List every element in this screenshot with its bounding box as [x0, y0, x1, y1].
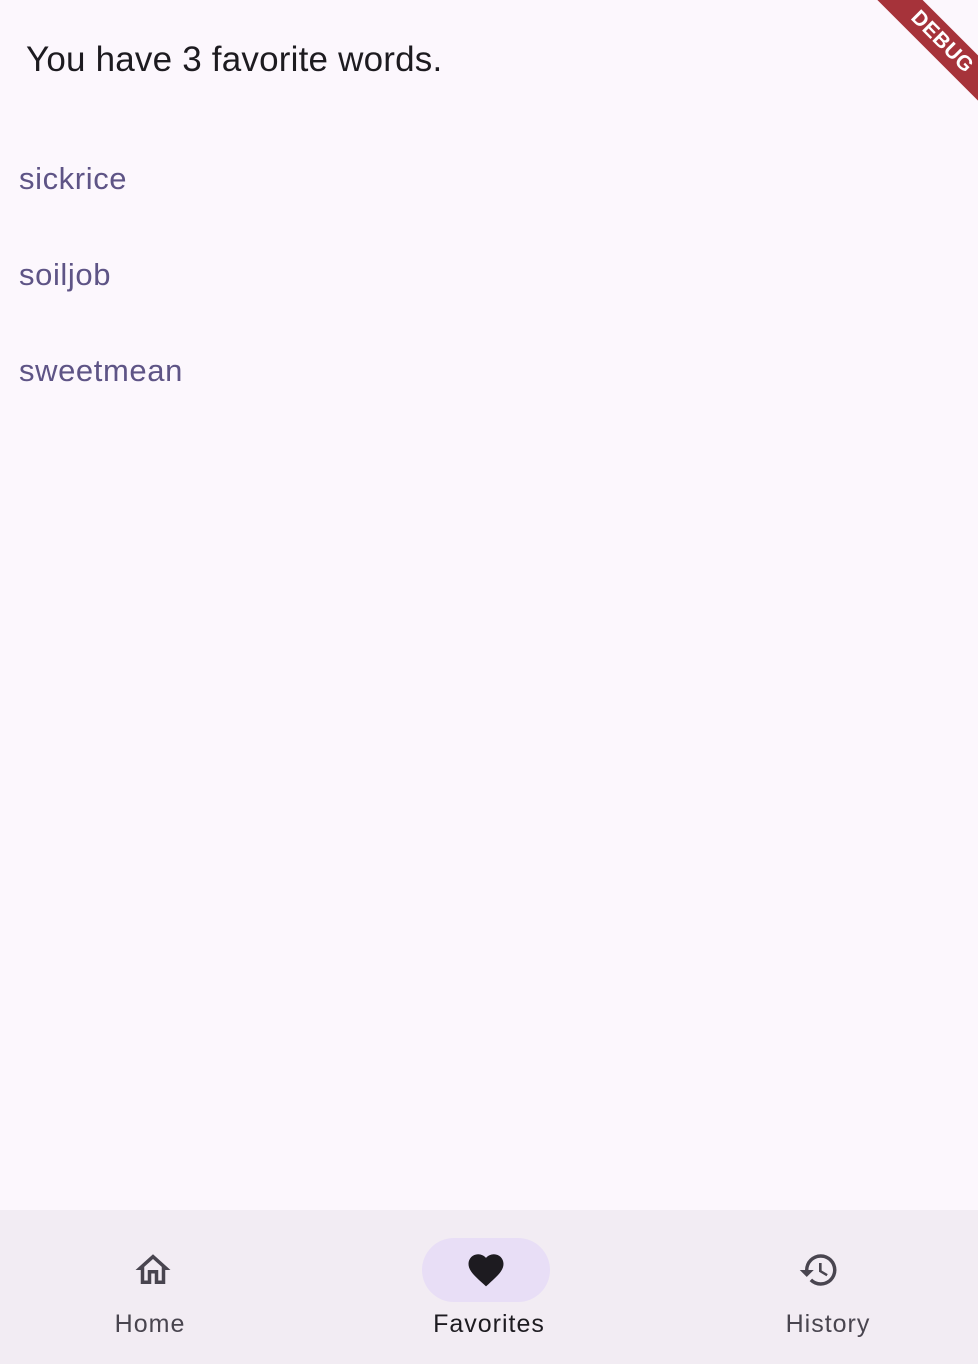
debug-banner-label: DEBUG: [867, 0, 978, 117]
nav-label-favorites: Favorites: [433, 1310, 545, 1338]
app-root: You have 3 favorite words. sickrice soil…: [0, 0, 978, 1364]
nav-item-history[interactable]: History: [652, 1210, 978, 1364]
heart-icon: [468, 1254, 504, 1287]
nav-item-home[interactable]: Home: [0, 1210, 326, 1364]
list-item[interactable]: sickrice: [0, 131, 978, 227]
favorites-list: sickrice soiljob sweetmean: [0, 131, 978, 419]
debug-banner: DEBUG: [848, 0, 978, 130]
nav-label-home: Home: [114, 1310, 186, 1338]
list-item[interactable]: soiljob: [0, 227, 978, 323]
bottom-navigation-bar: Home Favorites History: [0, 1210, 978, 1364]
home-icon: [135, 1254, 171, 1284]
favorites-count-text: You have 3 favorite words.: [26, 40, 443, 79]
nav-label-history: History: [785, 1310, 871, 1338]
nav-item-favorites[interactable]: Favorites: [326, 1210, 652, 1364]
list-item[interactable]: sweetmean: [0, 323, 978, 419]
history-icon: [799, 1254, 837, 1286]
